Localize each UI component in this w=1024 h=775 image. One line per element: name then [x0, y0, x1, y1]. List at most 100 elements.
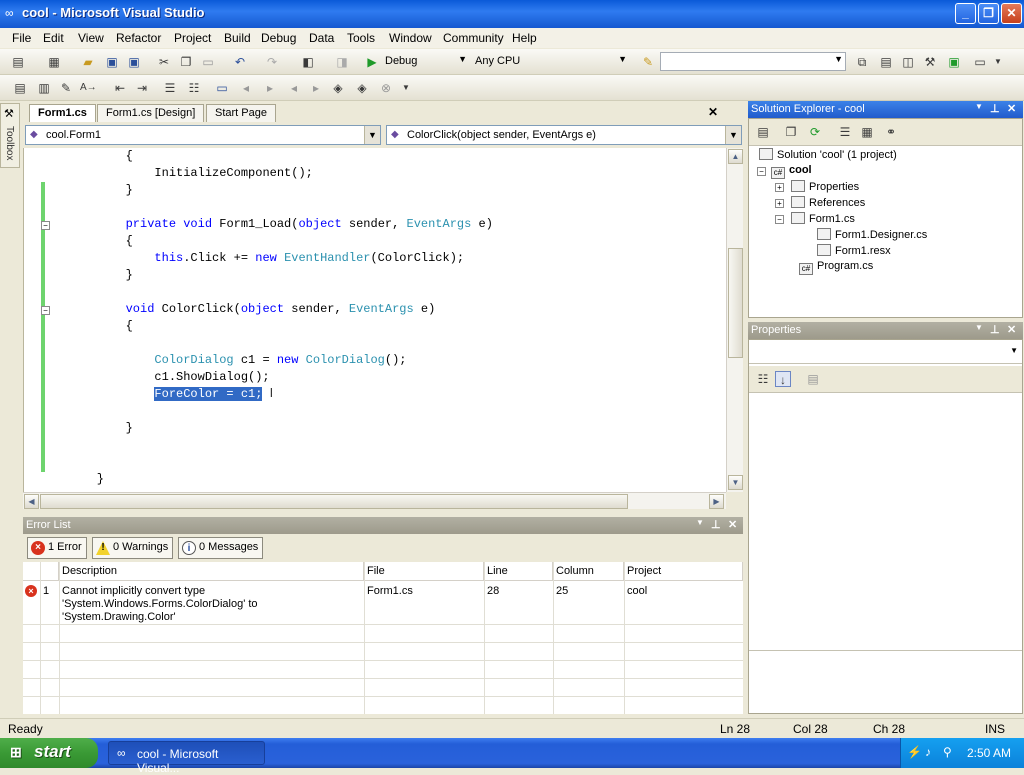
- menu-view[interactable]: View: [78, 31, 104, 45]
- previous-bookmark-in-document-icon[interactable]: ◈: [330, 80, 346, 96]
- chevron-down-icon[interactable]: ▼: [990, 54, 1006, 70]
- tab-start-page[interactable]: Start Page: [206, 104, 276, 122]
- cut-icon[interactable]: ✂: [156, 54, 172, 70]
- next-bookmark-in-document-icon[interactable]: ◈: [354, 80, 370, 96]
- pin-icon[interactable]: ⊥: [711, 518, 721, 531]
- menu-edit[interactable]: Edit: [43, 31, 64, 45]
- navigate-forward-icon[interactable]: ◨: [334, 54, 350, 70]
- solution-explorer-icon[interactable]: ⧉: [854, 54, 870, 70]
- menu-help[interactable]: Help: [512, 31, 537, 45]
- collapse-icon[interactable]: −: [757, 167, 766, 176]
- display-object-member-list-icon[interactable]: ▤: [12, 80, 28, 96]
- previous-bookmark-in-folder-icon[interactable]: ◂: [286, 80, 302, 96]
- object-selector-dropdown[interactable]: ▼: [749, 342, 1022, 364]
- solution-config-dropdown[interactable]: Debug ▼: [380, 52, 470, 71]
- clear-bookmarks-icon[interactable]: ⊗: [378, 80, 394, 96]
- scroll-up-icon[interactable]: ▲: [728, 149, 743, 164]
- scroll-thumb[interactable]: [40, 494, 628, 509]
- close-button[interactable]: ✕: [1001, 3, 1022, 24]
- increase-indent-icon[interactable]: ⇥: [134, 80, 150, 96]
- save-all-icon[interactable]: ▣: [126, 54, 142, 70]
- start-debugging-icon[interactable]: ▶: [364, 54, 380, 70]
- chevron-down-icon[interactable]: ▼: [975, 323, 983, 332]
- show-all-files-icon[interactable]: ❐: [783, 124, 799, 140]
- code-editor[interactable]: − − { InitializeComponent(); } private v…: [23, 148, 726, 492]
- collapse-icon[interactable]: −: [41, 221, 50, 230]
- menu-debug[interactable]: Debug: [261, 31, 296, 45]
- next-bookmark-in-folder-icon[interactable]: ▸: [308, 80, 324, 96]
- view-designer-icon[interactable]: ▦: [859, 124, 875, 140]
- complete-word-icon[interactable]: A→: [80, 80, 97, 96]
- column-file[interactable]: File: [364, 562, 484, 581]
- expand-icon[interactable]: +: [775, 183, 784, 192]
- property-pages-icon[interactable]: ▤: [805, 371, 821, 387]
- undo-icon[interactable]: ↶: [232, 54, 248, 70]
- tree-item-program[interactable]: c# Program.cs: [799, 260, 873, 275]
- close-icon[interactable]: ✕: [1007, 323, 1016, 336]
- minimize-button[interactable]: _: [955, 3, 976, 24]
- categorized-icon[interactable]: ☷: [755, 371, 771, 387]
- pin-icon[interactable]: ⊥: [990, 323, 1000, 336]
- speaker-icon[interactable]: ♪: [925, 745, 931, 759]
- menu-file[interactable]: File: [12, 31, 31, 45]
- tree-item-properties[interactable]: + Properties: [775, 180, 859, 193]
- new-project-icon[interactable]: ▤: [10, 54, 26, 70]
- column-description[interactable]: Description: [59, 562, 364, 581]
- tab-form1-design[interactable]: Form1.cs [Design]: [97, 104, 205, 122]
- uncomment-icon[interactable]: ☷: [186, 80, 202, 96]
- comment-icon[interactable]: ☰: [162, 80, 178, 96]
- object-browser-icon[interactable]: ◫: [900, 54, 916, 70]
- properties-window-icon[interactable]: ▤: [878, 54, 894, 70]
- types-dropdown[interactable]: ◆ cool.Form1 ▼: [25, 125, 381, 145]
- close-icon[interactable]: ✕: [728, 518, 737, 531]
- scroll-thumb[interactable]: [728, 248, 743, 358]
- warnings-filter-button[interactable]: ! 0 Warnings: [92, 537, 174, 559]
- column-line[interactable]: Line: [484, 562, 553, 581]
- tree-item-form1[interactable]: − Form1.cs: [775, 212, 855, 225]
- next-bookmark-icon[interactable]: ▸: [262, 80, 278, 96]
- find-in-files-icon[interactable]: ✎: [640, 54, 656, 70]
- restore-button[interactable]: ❐: [978, 3, 999, 24]
- paste-icon[interactable]: ▭: [200, 54, 216, 70]
- column-column[interactable]: Column: [553, 562, 624, 581]
- navigate-backward-icon[interactable]: ◧: [300, 54, 316, 70]
- members-dropdown[interactable]: ◆ ColorClick(object sender, EventArgs e)…: [386, 125, 742, 145]
- chevron-down-icon[interactable]: ▼: [398, 80, 414, 96]
- alphabetical-icon[interactable]: ↓: [775, 371, 791, 387]
- tree-item-form1-designer[interactable]: Form1.Designer.cs: [817, 228, 927, 241]
- add-item-icon[interactable]: ▦: [46, 54, 62, 70]
- search-icon[interactable]: ⚲: [943, 745, 952, 759]
- pin-icon[interactable]: ⊥: [990, 102, 1000, 115]
- collapse-icon[interactable]: −: [41, 306, 50, 315]
- start-button[interactable]: ⊞ start: [0, 738, 98, 768]
- view-class-diagram-icon[interactable]: ⚭: [883, 124, 899, 140]
- menu-build[interactable]: Build: [224, 31, 251, 45]
- copy-icon[interactable]: ❐: [178, 54, 194, 70]
- network-icon[interactable]: ⚡: [907, 745, 922, 759]
- find-combo[interactable]: ▼: [660, 52, 846, 71]
- toggle-bookmark-icon[interactable]: ▭: [214, 80, 230, 96]
- tree-item-form1-resx[interactable]: Form1.resx: [817, 244, 891, 257]
- scroll-left-icon[interactable]: ◀: [24, 494, 39, 509]
- view-code-icon[interactable]: ☰: [837, 124, 853, 140]
- messages-filter-button[interactable]: i0 Messages: [178, 537, 264, 559]
- collapse-icon[interactable]: −: [775, 215, 784, 224]
- menu-community[interactable]: Community: [443, 31, 504, 45]
- tab-form1-cs[interactable]: Form1.cs: [29, 104, 96, 122]
- toolbox-icon[interactable]: ⚒: [922, 54, 938, 70]
- close-document-icon[interactable]: ✕: [708, 105, 718, 119]
- open-file-icon[interactable]: ▰: [80, 54, 96, 70]
- refresh-icon[interactable]: ⟳: [807, 124, 823, 140]
- save-icon[interactable]: ▣: [104, 54, 120, 70]
- command-window-icon[interactable]: ▭: [972, 54, 988, 70]
- toolbox-tab[interactable]: ⚒ Toolbox: [0, 103, 20, 168]
- menu-project[interactable]: Project: [174, 31, 211, 45]
- redo-icon[interactable]: ↷: [264, 54, 280, 70]
- tree-item-references[interactable]: + References: [775, 196, 865, 209]
- menu-tools[interactable]: Tools: [347, 31, 375, 45]
- menu-window[interactable]: Window: [389, 31, 432, 45]
- editor-vertical-scrollbar[interactable]: ▲ ▼: [726, 148, 743, 492]
- column-project[interactable]: Project: [624, 562, 743, 581]
- previous-bookmark-icon[interactable]: ◂: [238, 80, 254, 96]
- chevron-down-icon[interactable]: ▼: [975, 102, 983, 111]
